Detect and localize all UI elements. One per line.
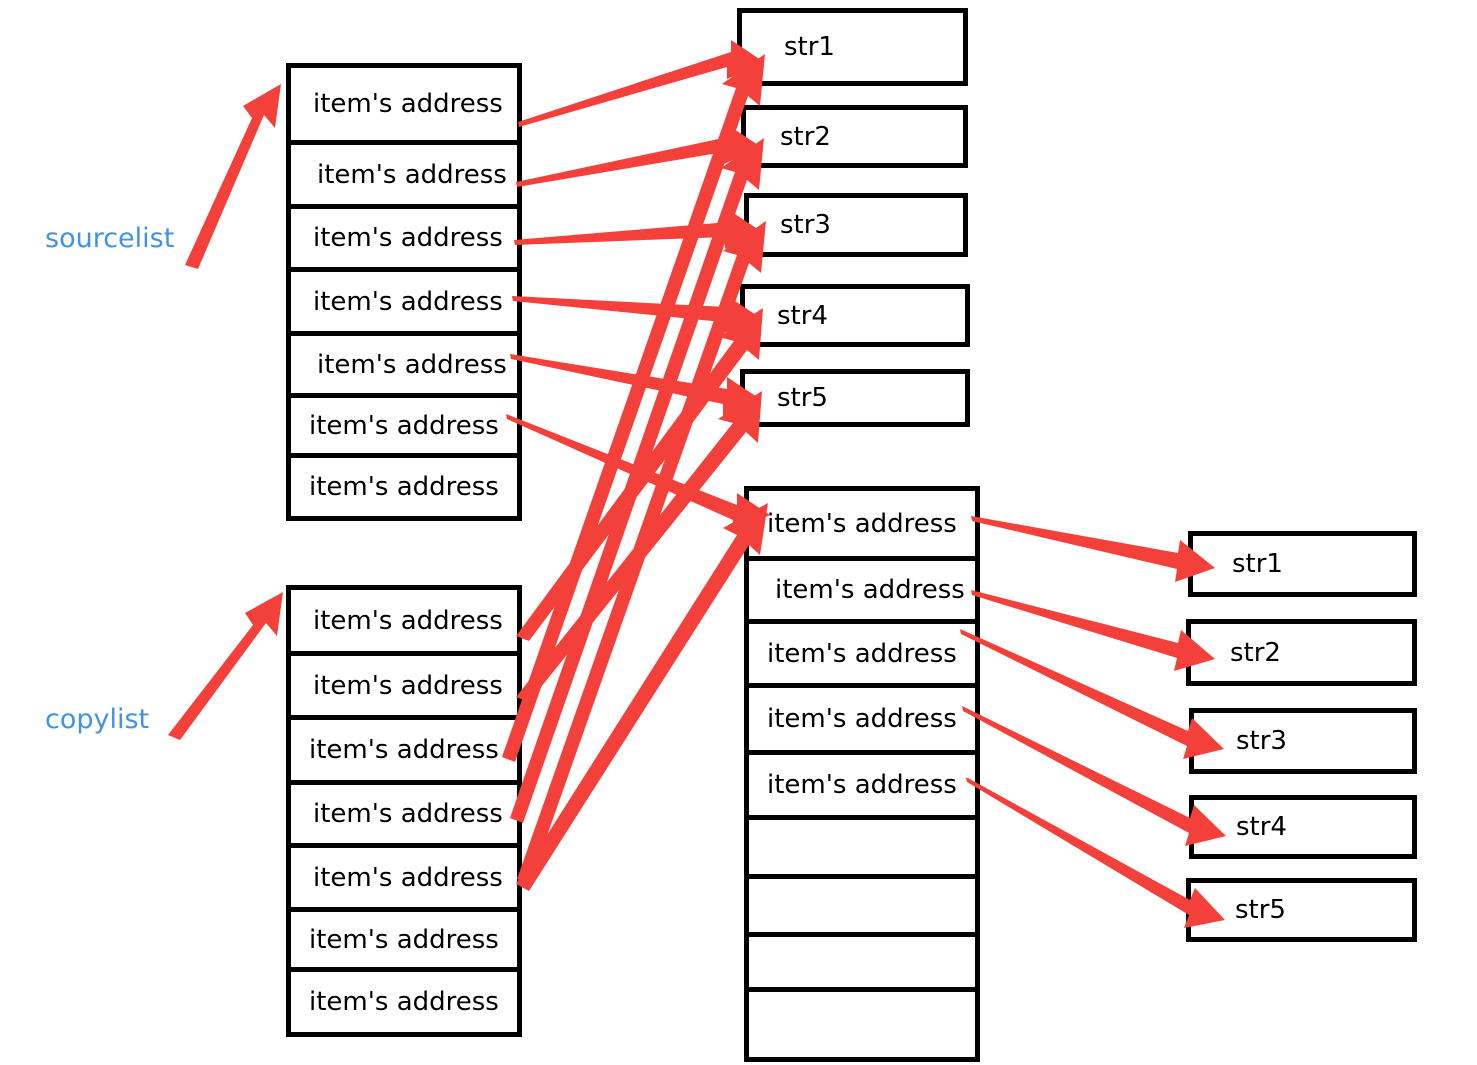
cell-label: item's address xyxy=(309,410,499,441)
list-item[interactable]: item's address xyxy=(291,336,517,398)
str-box-bottom-4[interactable]: str4 xyxy=(1189,795,1417,859)
str-label: str1 xyxy=(784,32,835,62)
str-label: str5 xyxy=(1235,895,1286,925)
cell-label: item's address xyxy=(313,605,503,636)
cell-label: item's address xyxy=(309,472,499,502)
arrow-sourcelist-3-to-str3 xyxy=(514,210,762,249)
arrow-middle-2-to-str2 xyxy=(971,590,1215,671)
list-item[interactable]: item's address xyxy=(291,272,517,336)
arrow-sourcelist-4-to-str4 xyxy=(512,295,759,334)
list-item[interactable]: item's address xyxy=(749,491,975,561)
arrow-sourcelist-6-to-middle-1 xyxy=(506,414,770,532)
cell-label: item's address xyxy=(313,670,503,701)
str-box-top-4[interactable]: str4 xyxy=(740,284,970,347)
list-item[interactable] xyxy=(749,879,975,937)
arrow-copylist-1-to-str4 xyxy=(516,308,763,641)
cell-label: item's address xyxy=(767,770,957,800)
str-box-bottom-1[interactable]: str1 xyxy=(1188,531,1417,597)
cell-label: item's address xyxy=(309,924,499,955)
str-box-bottom-5[interactable]: str5 xyxy=(1186,878,1417,942)
list-item[interactable]: item's address xyxy=(291,590,517,656)
list-item[interactable]: item's address xyxy=(291,145,517,209)
str-label: str2 xyxy=(780,121,831,152)
list-item[interactable]: item's address xyxy=(291,209,517,272)
str-label: str2 xyxy=(1230,637,1281,668)
arrow-copylist-3-to-str1 xyxy=(502,54,765,762)
str-box-top-3[interactable]: str3 xyxy=(744,193,968,257)
sourcelist-box: item's address item's address item's add… xyxy=(286,63,522,521)
cell-label: item's address xyxy=(313,89,503,119)
str-label: str3 xyxy=(780,210,831,240)
label-copylist: copylist xyxy=(45,704,150,735)
cell-label: item's address xyxy=(313,286,503,317)
copylist-box: item's address item's address item's add… xyxy=(286,585,522,1037)
str-label: str1 xyxy=(1232,549,1283,579)
cell-label: item's address xyxy=(317,159,507,190)
pointer-arrow-copylist xyxy=(168,592,283,740)
str-box-top-1[interactable]: str1 xyxy=(737,8,968,86)
arrow-sourcelist-1-to-str1 xyxy=(518,40,764,127)
arrow-copylist-4-to-str2 xyxy=(510,138,764,823)
arrow-copylist-2-to-str5 xyxy=(516,391,762,702)
list-item[interactable]: item's address xyxy=(749,624,975,688)
list-item[interactable] xyxy=(749,937,975,992)
cell-label: item's address xyxy=(313,799,503,829)
str-label: str4 xyxy=(1236,812,1287,842)
arrow-middle-1-to-str1 xyxy=(971,516,1215,582)
str-label: str3 xyxy=(1236,726,1287,756)
str-label: str5 xyxy=(777,383,828,413)
label-sourcelist: sourcelist xyxy=(45,223,175,254)
list-item[interactable]: item's address xyxy=(291,848,517,912)
list-item[interactable] xyxy=(749,820,975,879)
middlelist-box: item's address item's address item's add… xyxy=(744,486,980,1062)
list-item[interactable]: item's address xyxy=(291,398,517,458)
cell-label: item's address xyxy=(767,704,957,734)
pointer-arrow-sourcelist xyxy=(185,84,281,269)
cell-label: item's address xyxy=(767,638,957,669)
arrow-copylist-5-to-str3 xyxy=(517,221,766,884)
list-item[interactable]: item's address xyxy=(291,785,517,848)
list-item[interactable]: item's address xyxy=(749,561,975,624)
list-item[interactable]: item's address xyxy=(291,656,517,720)
arrow-middle-4-to-str4 xyxy=(962,706,1226,846)
list-item[interactable]: item's address xyxy=(291,68,517,145)
list-item[interactable]: item's address xyxy=(291,458,517,516)
str-box-top-5[interactable]: str5 xyxy=(740,369,970,427)
arrow-copylist-6-to-middle-1 xyxy=(516,503,768,891)
list-item[interactable]: item's address xyxy=(291,912,517,972)
list-item[interactable]: item's address xyxy=(291,720,517,785)
str-box-top-2[interactable]: str2 xyxy=(741,105,968,168)
str-box-bottom-3[interactable]: str3 xyxy=(1189,708,1417,774)
diagram-canvas: sourcelist copylist item's address item'… xyxy=(0,0,1477,1065)
arrow-sourcelist-5-to-str5 xyxy=(510,354,760,416)
list-item[interactable] xyxy=(749,992,975,1057)
cell-label: item's address xyxy=(313,223,503,253)
str-label: str4 xyxy=(777,300,828,331)
cell-label: item's address xyxy=(775,575,965,605)
cell-label: item's address xyxy=(309,987,499,1017)
arrow-middle-3-to-str3 xyxy=(960,629,1224,759)
cell-label: item's address xyxy=(767,508,957,539)
list-item[interactable]: item's address xyxy=(749,755,975,820)
cell-label: item's address xyxy=(317,349,507,380)
cell-label: item's address xyxy=(309,735,499,765)
cell-label: item's address xyxy=(313,862,503,893)
arrow-sourcelist-2-to-str2 xyxy=(516,125,761,187)
str-box-bottom-2[interactable]: str2 xyxy=(1186,619,1417,686)
list-item[interactable]: item's address xyxy=(749,688,975,755)
list-item[interactable]: item's address xyxy=(291,972,517,1032)
